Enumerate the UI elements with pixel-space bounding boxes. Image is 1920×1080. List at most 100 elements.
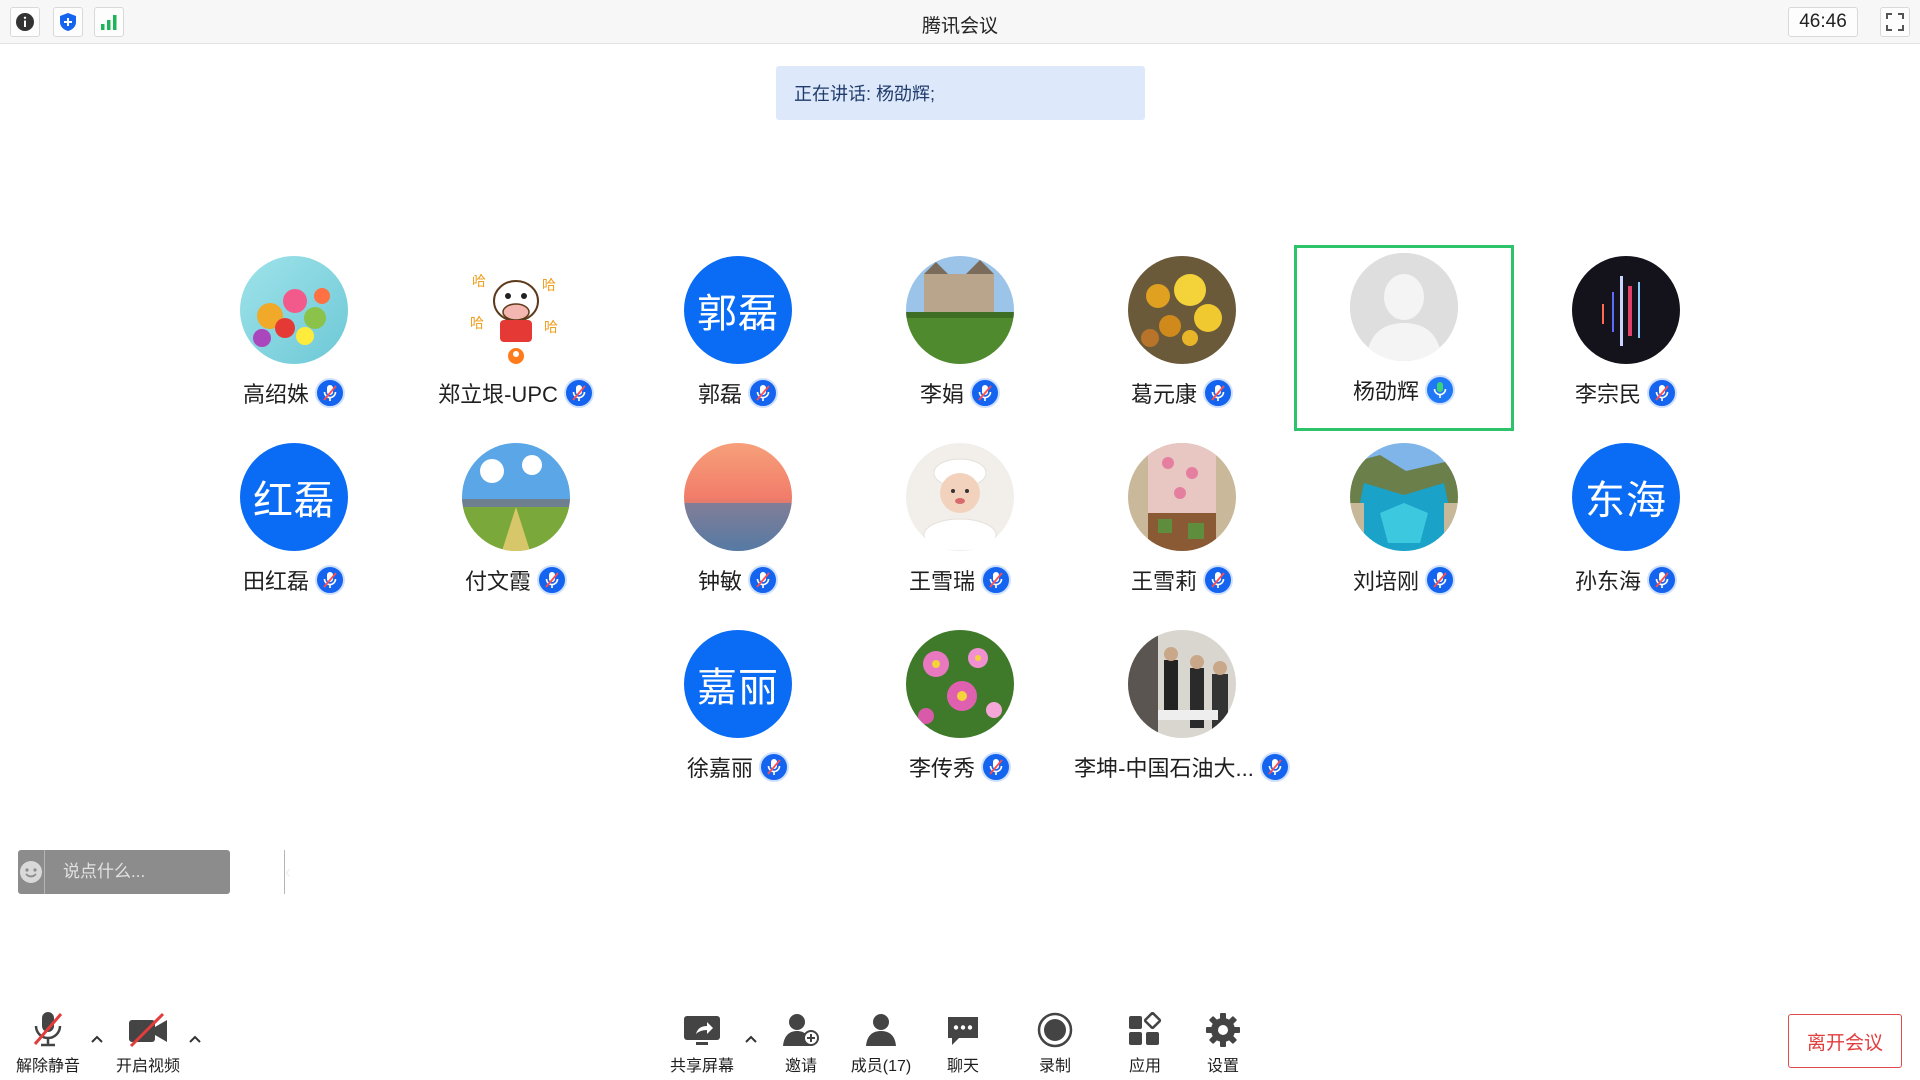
participant-tile[interactable]: 郭磊 郭磊 (628, 248, 848, 434)
invite-button[interactable]: 邀请 (776, 1008, 826, 1078)
members-button[interactable]: 成员(17) (846, 1008, 916, 1078)
mic-muted-icon (315, 378, 345, 408)
avatar: 红磊 (240, 443, 348, 551)
mic-muted-icon (1203, 378, 1233, 408)
mic-muted-icon (759, 752, 789, 782)
mic-muted-icon (315, 565, 345, 595)
mic-muted-icon (981, 752, 1011, 782)
participant-name: 李娟 (919, 382, 964, 407)
audio-options-caret-icon[interactable] (88, 1030, 106, 1048)
participant-name: 高绍姝 (242, 382, 309, 407)
speaking-indicator: 正在讲话: 杨劭辉; (776, 66, 1145, 120)
participant-name: 孙东海 (1574, 569, 1641, 594)
participant-tile[interactable]: 李娟 (850, 248, 1070, 434)
participant-tile[interactable]: 李传秀 (850, 622, 1070, 808)
share-screen-label: 共享屏幕 (669, 1058, 734, 1075)
settings-button[interactable]: 设置 (1198, 1008, 1248, 1078)
unmute-button[interactable]: 解除静音 (12, 1008, 84, 1078)
default-avatar-icon (1350, 253, 1458, 361)
avatar (1128, 256, 1236, 364)
start-video-button[interactable]: 开启视频 (110, 1008, 186, 1078)
participant-tile[interactable]: 刘培刚 (1294, 435, 1514, 621)
participant-tile[interactable]: 李宗民 (1516, 248, 1736, 434)
participant-tile[interactable]: 付文霞 (406, 435, 626, 621)
participant-name: 郑立垠-UPC (438, 382, 558, 407)
participant-name: 钟敏 (697, 569, 742, 594)
participant-tile[interactable]: 钟敏 (628, 435, 848, 621)
participant-name: 李宗民 (1574, 382, 1641, 407)
collapse-chevron-icon[interactable]: ‹ (284, 850, 291, 894)
participant-tile[interactable]: 哈哈哈哈 郑立垠-UPC (406, 248, 626, 434)
mic-muted-icon (1647, 378, 1677, 408)
participant-tile[interactable]: 嘉丽 徐嘉丽 (628, 622, 848, 808)
leave-meeting-button[interactable]: 离开会议 (1788, 1014, 1902, 1068)
chat-label: 聊天 (946, 1058, 979, 1075)
participant-tile-active-speaker[interactable]: 杨劭辉 (1294, 245, 1514, 431)
participant-name: 葛元康 (1130, 382, 1197, 407)
avatar (240, 256, 348, 364)
apps-icon (1127, 1008, 1163, 1048)
meeting-timer: 46:46 (1788, 7, 1858, 37)
participant-name: 杨劭辉 (1352, 379, 1419, 404)
mic-muted-icon (970, 378, 1000, 408)
svg-text:哈: 哈 (542, 278, 556, 294)
record-icon (1037, 1008, 1073, 1048)
mic-muted-icon (563, 378, 594, 408)
avatar (1350, 443, 1458, 551)
window-title: 腾讯会议 (921, 16, 998, 37)
start-video-label: 开启视频 (115, 1058, 180, 1075)
settings-label: 设置 (1206, 1058, 1239, 1075)
chat-button[interactable]: 聊天 (938, 1008, 988, 1078)
share-options-caret-icon[interactable] (742, 1030, 760, 1048)
participant-tile[interactable]: 红磊 田红磊 (184, 435, 404, 621)
participant-tile[interactable]: 王雪瑞 (850, 435, 1070, 621)
mic-muted-icon (537, 565, 567, 595)
participant-tile[interactable]: 李坤-中国石油大... (1072, 622, 1292, 808)
svg-text:哈: 哈 (544, 320, 558, 336)
avatar (684, 443, 792, 551)
mic-off-icon (31, 1008, 65, 1048)
info-icon[interactable] (10, 7, 40, 37)
avatar (906, 443, 1014, 551)
mic-muted-icon (1425, 565, 1455, 595)
participant-name: 徐嘉丽 (686, 756, 753, 781)
chat-quick-input: ‹ (18, 850, 291, 894)
avatar: 东海 (1572, 443, 1680, 551)
apps-button[interactable]: 应用 (1120, 1008, 1170, 1078)
participant-name: 李坤-中国石油大... (1074, 756, 1254, 781)
invite-label: 邀请 (784, 1058, 817, 1075)
participant-tile[interactable]: 东海 孙东海 (1516, 435, 1736, 621)
participant-name: 郭磊 (697, 382, 742, 407)
add-user-icon (782, 1008, 820, 1048)
members-label: 成员(17) (850, 1058, 912, 1075)
mic-muted-icon (981, 565, 1011, 595)
video-options-caret-icon[interactable] (186, 1030, 204, 1048)
avatar (1572, 256, 1680, 364)
emoji-icon[interactable] (18, 850, 45, 894)
avatar (906, 256, 1014, 364)
svg-text:哈: 哈 (472, 274, 486, 290)
share-screen-button[interactable]: 共享屏幕 (664, 1008, 740, 1078)
participant-tile[interactable]: 葛元康 (1072, 248, 1292, 434)
svg-text:哈: 哈 (470, 316, 484, 332)
members-icon (862, 1008, 900, 1048)
participant-name: 王雪瑞 (908, 569, 975, 594)
record-button[interactable]: 录制 (1030, 1008, 1080, 1078)
security-shield-icon[interactable] (53, 7, 83, 37)
participant-name: 王雪莉 (1130, 569, 1197, 594)
chat-input[interactable] (45, 850, 284, 894)
fullscreen-icon[interactable] (1880, 7, 1910, 37)
participant-tile[interactable]: 王雪莉 (1072, 435, 1292, 621)
camera-off-icon (127, 1008, 169, 1048)
participant-name: 李传秀 (908, 756, 975, 781)
participant-tile[interactable]: 高绍姝 (184, 248, 404, 434)
title-bar: 腾讯会议 46:46 (0, 0, 1920, 44)
avatar: 郭磊 (684, 256, 792, 364)
chat-bubble-icon (945, 1008, 981, 1048)
apps-label: 应用 (1128, 1058, 1161, 1075)
participant-name: 付文霞 (464, 569, 531, 594)
avatar (1128, 630, 1236, 738)
avatar: 哈哈哈哈 (462, 256, 570, 364)
network-signal-icon[interactable] (94, 7, 124, 37)
share-screen-icon (682, 1008, 722, 1048)
